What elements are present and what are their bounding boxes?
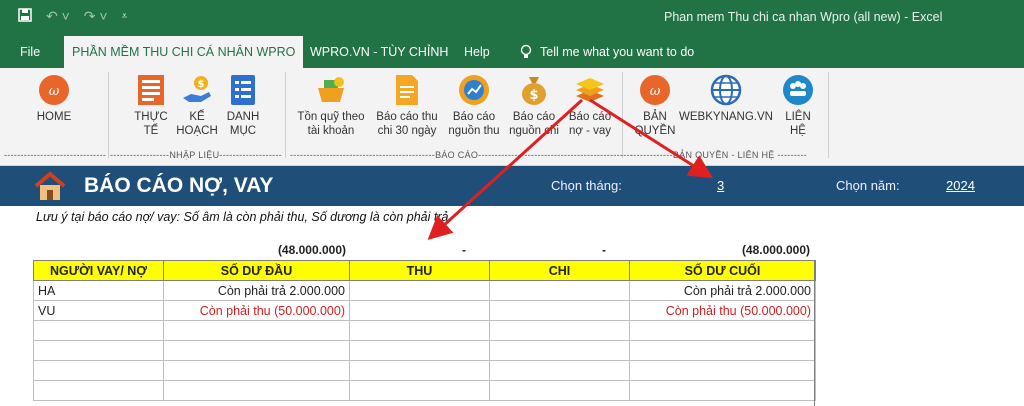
arrow-to-month [589,98,714,179]
arrow-to-table [427,98,584,241]
annotation-arrows [427,98,714,241]
